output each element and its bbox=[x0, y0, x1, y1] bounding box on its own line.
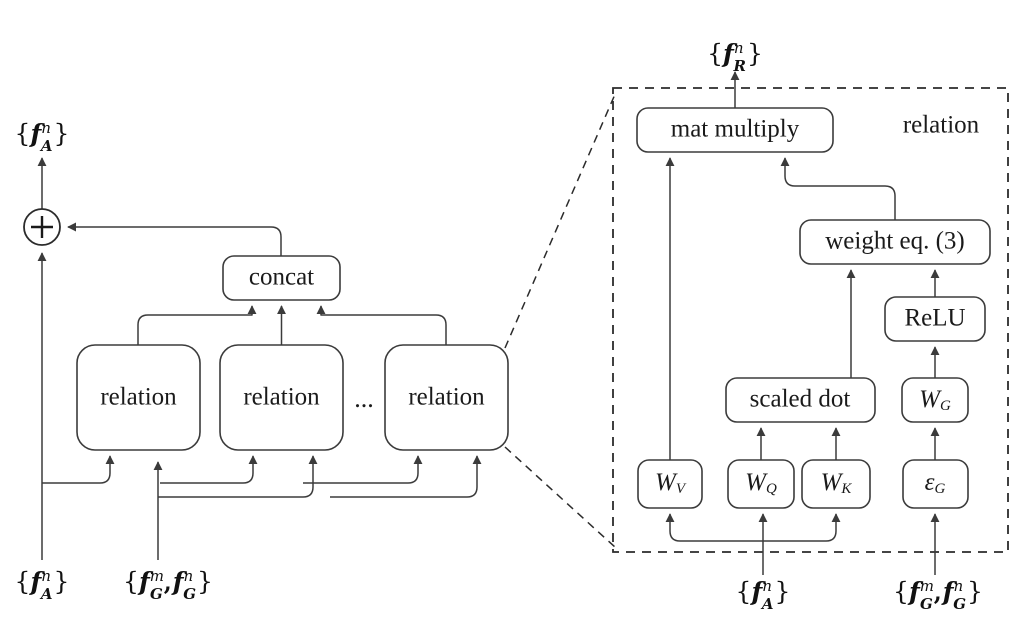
svg-text:{fnA}: {fn A} bbox=[15, 119, 70, 155]
svg-text:{fmG,fnG}: {fm G,fn G} bbox=[893, 577, 983, 613]
relation-ellipsis: ... bbox=[354, 384, 374, 413]
figure-canvas: {fn A} concat relation relation ... rela… bbox=[0, 0, 1024, 620]
scaled-dot-box: scaled dot bbox=[725, 377, 876, 423]
wire-fa-to-relation1 bbox=[42, 455, 115, 484]
svg-text:{fmG,fnG}: {fm G,fn G} bbox=[123, 567, 213, 603]
relation-box-3-label: relation bbox=[408, 384, 485, 411]
wire-relation1-to-concat bbox=[137, 305, 257, 345]
relation-box-2: relation bbox=[219, 344, 344, 451]
weight-eq-box: weight eq. (3) bbox=[799, 219, 991, 265]
relation-box-2-label: relation bbox=[243, 384, 320, 411]
weight-eq-box-label: weight eq. (3) bbox=[825, 228, 965, 255]
wq-box: WQ bbox=[727, 459, 795, 509]
residual-sum-node bbox=[23, 208, 61, 246]
wire-weight-to-matmul bbox=[780, 157, 896, 220]
zoom-leader-bottom bbox=[504, 446, 617, 549]
wire-relation3-to-concat bbox=[316, 305, 447, 345]
scaled-dot-box-label: scaled dot bbox=[750, 386, 851, 413]
wk-box: WK bbox=[801, 459, 871, 509]
architecture-diagram: {fn A} concat relation relation ... rela… bbox=[15, 39, 1009, 613]
wire-fa-to-relation3 bbox=[303, 455, 423, 484]
right-input-label-fg: {fm G,fn G} bbox=[893, 577, 983, 613]
wire-fg-to-relation2 bbox=[158, 455, 318, 498]
right-input-label-fa: {fn A} bbox=[736, 577, 791, 613]
left-input-label-fa: {fn A} bbox=[15, 567, 70, 603]
wv-box: WV bbox=[637, 459, 703, 509]
wire-fa-to-wk-right bbox=[763, 513, 841, 542]
wire-fg-to-relation3 bbox=[330, 455, 482, 498]
left-input-label-fg: {fm G,fn G} bbox=[123, 567, 213, 603]
svg-text:{fnR}: {fn R} bbox=[707, 39, 763, 75]
relation-box-1-label: relation bbox=[100, 384, 177, 411]
epsg-box: εG bbox=[902, 459, 969, 509]
wg-box: WG bbox=[901, 377, 969, 423]
concat-box-label: concat bbox=[249, 264, 314, 291]
wire-fa-to-wv-right bbox=[665, 513, 763, 542]
svg-text:{fnA}: {fn A} bbox=[15, 567, 70, 603]
relation-box-1: relation bbox=[76, 344, 201, 451]
mat-multiply-box-label: mat multiply bbox=[671, 116, 800, 143]
wire-fa-to-relation2 bbox=[160, 455, 258, 484]
relation-box-3: relation bbox=[384, 344, 509, 451]
left-output-label: {fn A} bbox=[15, 119, 70, 155]
mat-multiply-box: mat multiply bbox=[636, 107, 834, 153]
concat-box: concat bbox=[222, 255, 341, 301]
zoom-leader-top bbox=[504, 91, 617, 349]
svg-text:{fnA}: {fn A} bbox=[736, 577, 791, 613]
relu-box: ReLU bbox=[884, 296, 986, 342]
wire-concat-to-sum bbox=[67, 222, 282, 256]
right-output-label: {fn R} bbox=[707, 39, 763, 75]
relu-box-label: ReLU bbox=[904, 305, 965, 332]
relation-module-region-title: relation bbox=[903, 112, 980, 139]
